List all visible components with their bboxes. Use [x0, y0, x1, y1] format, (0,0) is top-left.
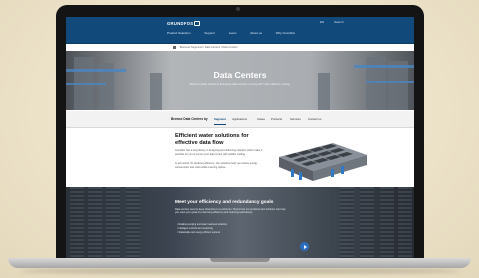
- nav-item-learn[interactable]: Learn: [229, 31, 237, 35]
- nav-item-support[interactable]: Support: [204, 31, 215, 35]
- main-nav: Product Selection Support Learn About us…: [167, 31, 308, 35]
- brand-logo[interactable]: GRUNDFOS: [167, 21, 201, 27]
- goals-band: Meet your efficiency and redundancy goal…: [66, 187, 414, 258]
- section-paragraph: Grundfos has a long history in designing…: [175, 149, 263, 156]
- hero-banner: Data Centers Efficient water solutions t…: [66, 51, 414, 110]
- nav-item-why-grundfos[interactable]: Why Grundfos: [276, 31, 295, 35]
- logo-mark-icon: [194, 21, 201, 27]
- laptop-shadow: [20, 268, 460, 274]
- list-item: • Intelligent controls and monitoring: [177, 228, 213, 230]
- laptop-camera: [236, 7, 240, 11]
- server-rack-illustration: [279, 143, 367, 181]
- breadcrumb: Business Segments / Data Centers / Data …: [173, 46, 238, 49]
- rack-graphic: [380, 187, 394, 258]
- breadcrumb-item[interactable]: Data Centers: [205, 46, 220, 49]
- rack-graphic: [398, 187, 412, 258]
- list-item: • Reliable pumping and water treatment s…: [177, 224, 227, 226]
- play-video-button[interactable]: [300, 242, 309, 251]
- header-divider: [66, 43, 414, 44]
- tabs-heading: Browse Data Centers by: [171, 117, 208, 121]
- search-link[interactable]: Search: [334, 20, 344, 24]
- laptop-screen: GRUNDFOS EN Search Product Selection Sup…: [66, 17, 414, 258]
- rack-graphic: [126, 187, 140, 258]
- site-header: GRUNDFOS EN Search Product Selection Sup…: [66, 17, 414, 44]
- tab-services[interactable]: Services: [290, 117, 301, 121]
- tab-contact-us[interactable]: Contact us: [308, 117, 321, 121]
- list-item: • Sustainable and energy efficient syste…: [177, 232, 221, 234]
- hero-datacenter-image: [66, 57, 414, 110]
- breadcrumb-item: Data Centers: [222, 46, 238, 50]
- tab-cases[interactable]: Cases: [257, 117, 265, 121]
- tab-products[interactable]: Products: [271, 117, 282, 121]
- rack-graphic: [340, 187, 354, 258]
- nav-item-product-selection[interactable]: Product Selection: [167, 31, 191, 35]
- play-icon: [303, 244, 307, 249]
- browse-tabs: Browse Data Centers by Segment Applicati…: [66, 111, 414, 128]
- band-title: Meet your efficiency and redundancy goal…: [175, 200, 274, 205]
- tab-applications[interactable]: Applications: [232, 117, 247, 121]
- breadcrumb-item[interactable]: Business Segments: [180, 46, 203, 49]
- nav-item-about-us[interactable]: About us: [250, 31, 262, 35]
- rack-graphic: [88, 187, 102, 258]
- section-title: Efficient water solutions for effective …: [175, 133, 249, 146]
- page-title: Data Centers: [213, 70, 267, 80]
- active-tab-indicator: [214, 124, 226, 125]
- section-paragraph: In two words: it's all about efficiency.…: [175, 162, 258, 169]
- rack-graphic: [70, 187, 84, 258]
- laptop-notch: [210, 258, 270, 262]
- rack-graphic: [360, 187, 374, 258]
- rack-graphic: [106, 187, 120, 258]
- tab-segment[interactable]: Segment: [214, 117, 226, 121]
- hero-subtitle: Efficient water solutions that keep data…: [189, 82, 291, 86]
- language-selector[interactable]: EN: [320, 20, 324, 24]
- home-icon[interactable]: [173, 46, 176, 49]
- band-paragraph: Data centres need to keep downtime to a …: [175, 208, 286, 215]
